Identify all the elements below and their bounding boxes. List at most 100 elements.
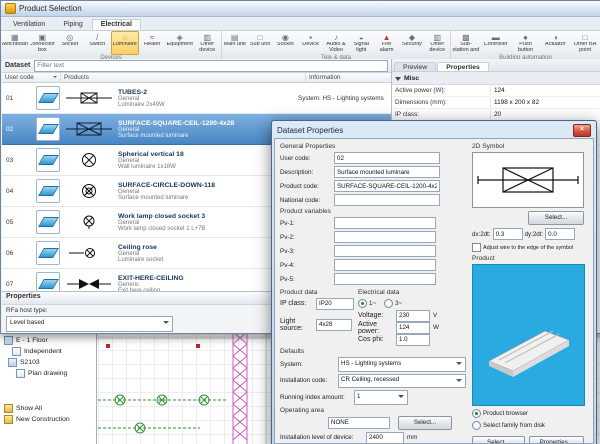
tree-item-plan-drawing[interactable]: Plan drawing <box>0 368 96 379</box>
family-from-disk-radio[interactable]: Select family from disk <box>472 421 584 430</box>
audio-video-icon: ♪ <box>334 33 338 42</box>
system-combo[interactable]: HS - Lighting systems <box>338 357 466 372</box>
running-index-combo[interactable]: 1 <box>354 390 408 405</box>
product-name: TUBES-2 <box>118 89 296 96</box>
tree-item-label: E - 1 Floor <box>16 337 48 344</box>
ribbon-button-connection-box[interactable]: ▣Connection box <box>29 31 57 55</box>
tab-electrical[interactable]: Electrical <box>92 19 141 30</box>
property-group-misc[interactable]: Misc <box>392 72 600 85</box>
ribbon-button-controller[interactable]: ▬Controller <box>481 31 511 55</box>
column-products[interactable]: Products <box>61 73 306 82</box>
luminaire-2d-symbol <box>476 155 580 205</box>
product-code-label: Product code: <box>280 183 334 190</box>
product-browser-radio[interactable]: Product browser <box>472 409 584 418</box>
product-desc: Wall luminaire 1x18W <box>118 164 296 170</box>
ribbon-button-security[interactable]: ◆Security <box>399 31 424 55</box>
installation-level-unit: mm <box>407 434 418 441</box>
defaults-section-label: Defaults <box>280 348 468 355</box>
pv3-field[interactable] <box>334 245 436 257</box>
product-code-field[interactable] <box>334 180 440 192</box>
tab-preview[interactable]: Preview <box>394 62 436 71</box>
ribbon-button-substation-router[interactable]: ▩Sub-station and router <box>451 31 481 55</box>
pv4-field[interactable] <box>334 259 436 271</box>
user-code-label: User code: <box>280 155 334 162</box>
adjust-wire-checkbox-row[interactable]: Adjust wire to the edge of the symbol <box>472 243 584 252</box>
column-information[interactable]: Information <box>306 73 391 82</box>
phase-1-radio[interactable]: 1~ <box>358 299 376 308</box>
ribbon-button-tele-socket[interactable]: ◉Socket <box>273 31 298 55</box>
voltage-field[interactable] <box>396 310 430 322</box>
ip-class-field[interactable] <box>316 298 354 310</box>
ribbon-button-other-device[interactable]: ▥Other device <box>194 31 222 55</box>
ribbon-button-switchboard[interactable]: ▦Switchboard <box>1 31 29 55</box>
ribbon-button-other-ba-point[interactable]: □Other BA point <box>570 31 600 55</box>
ribbon-button-switch[interactable]: /Switch <box>84 31 112 55</box>
installation-code-combo[interactable]: CR Ceiling, recessed <box>338 374 466 389</box>
ribbon-button-luminaire[interactable]: ☼Luminaire <box>111 31 139 55</box>
symbol-select-button[interactable]: Select... <box>528 211 584 225</box>
filter-input[interactable] <box>34 60 388 72</box>
property-row[interactable]: Active power (W):124 <box>392 85 600 97</box>
ribbon-button-push-button[interactable]: ●Push button <box>511 31 541 55</box>
tab-piping[interactable]: Piping <box>54 19 91 30</box>
phase-3-radio[interactable]: 3~ <box>384 299 402 308</box>
product-desc: Work lamp closed socket 1 L+7B <box>118 226 296 232</box>
operating-area-select-button[interactable]: Select... <box>398 416 452 430</box>
other-ba-point-icon: □ <box>583 33 588 42</box>
ribbon-button-actuator[interactable]: ◑Actuator <box>540 31 570 55</box>
operating-area-field[interactable] <box>328 417 390 429</box>
light-source-field[interactable] <box>316 319 352 331</box>
tree-item-show-all[interactable]: Show All <box>0 403 96 414</box>
pv2-field[interactable] <box>334 231 436 243</box>
tree-item-label: Independent <box>24 348 62 355</box>
installation-level-field[interactable] <box>366 432 404 444</box>
symbol-preview <box>472 152 584 208</box>
description-field[interactable] <box>334 166 440 178</box>
table-row[interactable]: 01 TUBES-2 General Luminaire 2x49W Syste… <box>2 83 391 114</box>
rfa-select-button[interactable]: Select... <box>472 436 525 444</box>
dx-field[interactable] <box>493 228 523 240</box>
product-desc: Surface mounted luminare <box>118 133 296 139</box>
ribbon-button-device[interactable]: ▪Device <box>298 31 323 55</box>
square-luminaire-symbol <box>60 122 118 136</box>
cos-phi-field[interactable] <box>396 334 430 346</box>
actuator-icon: ◑ <box>553 33 558 42</box>
window-titlebar[interactable]: Product Selection <box>1 1 600 17</box>
controller-icon: ▬ <box>492 33 500 42</box>
rfa-host-type-combo[interactable]: Level based <box>6 316 173 332</box>
active-power-field[interactable] <box>396 322 430 334</box>
tab-ventilation[interactable]: Ventilation <box>4 19 54 30</box>
pv1-field[interactable] <box>334 217 436 229</box>
ribbon-button-heater[interactable]: ≈Heater <box>139 31 167 55</box>
ribbon-button-fire-alarm[interactable]: ▲Fire alarm <box>374 31 399 55</box>
close-icon[interactable]: × <box>573 124 591 137</box>
tab-properties[interactable]: Properties <box>437 62 489 71</box>
ribbon-button-socket[interactable]: ◎Socket <box>56 31 84 55</box>
radio-dot <box>358 299 367 308</box>
ribbon-button-equipment[interactable]: ◈Equipment <box>166 31 194 55</box>
national-code-field[interactable] <box>334 194 440 206</box>
ribbon-button-tele-other-device[interactable]: ▥Other device <box>425 31 450 55</box>
dialog-titlebar[interactable]: Dataset Properties × <box>274 123 594 138</box>
adjust-wire-checkbox[interactable] <box>472 243 481 252</box>
pv3-label: Pv-3: <box>280 248 334 255</box>
rfa-properties-button[interactable]: Properties... <box>529 436 584 444</box>
tree-item-s2103[interactable]: S2103 <box>0 357 96 368</box>
ribbon-button-signal-light[interactable]: ◒Signal light <box>349 31 374 55</box>
pv5-field[interactable] <box>334 273 436 285</box>
tree-item-independent[interactable]: Independent <box>0 346 96 357</box>
user-code-field[interactable] <box>334 152 440 164</box>
ribbon-button-main-unit[interactable]: ▤Main unit <box>222 31 247 55</box>
ribbon-button-sub-unit[interactable]: □Sub unit <box>247 31 272 55</box>
ceiling-rose-symbol <box>60 246 118 260</box>
light-source-label: Light source: <box>280 318 316 332</box>
ribbon-button-audio-video[interactable]: ♪Audio & Video <box>323 31 348 55</box>
tree-item-floor[interactable]: E - 1 Floor <box>0 335 96 346</box>
collapse-arrow-icon <box>395 77 401 84</box>
column-user-code[interactable]: User code <box>2 73 61 82</box>
tree-item-new-construction[interactable]: New Construction <box>0 414 96 425</box>
dy-field[interactable] <box>545 228 575 240</box>
cos-phi-label: Cos phi: <box>358 336 396 343</box>
property-row[interactable]: Dimensions (mm):1198 x 200 x 82 <box>392 97 600 109</box>
tree-item-label: New Construction <box>16 416 70 423</box>
